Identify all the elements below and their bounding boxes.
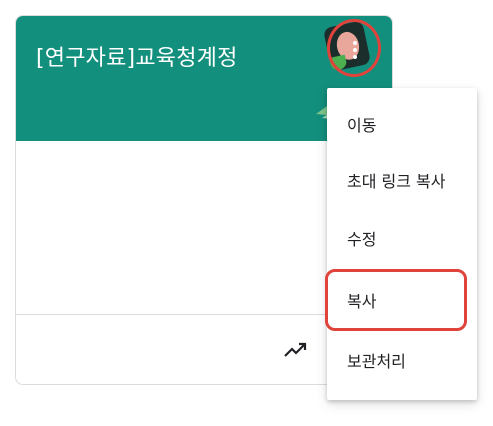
menu-item-edit[interactable]: 수정 <box>327 214 477 262</box>
highlight-circle-annotation <box>327 19 381 77</box>
menu-item-copy-invite-link[interactable]: 초대 링크 복사 <box>327 156 477 204</box>
trending-up-icon[interactable] <box>284 341 308 359</box>
menu-item-move[interactable]: 이동 <box>327 100 477 148</box>
card-title[interactable]: [연구자료]교육청계정 <box>36 40 238 72</box>
class-options-menu: 이동 초대 링크 복사 수정 복사 보관처리 <box>327 88 477 400</box>
menu-item-archive[interactable]: 보관처리 <box>327 336 477 384</box>
highlight-box-annotation <box>325 269 467 331</box>
screenshot-frame: [연구자료]교육청계정 이동 초대 링크 복사 수정 복사 보관처리 <box>0 0 493 426</box>
